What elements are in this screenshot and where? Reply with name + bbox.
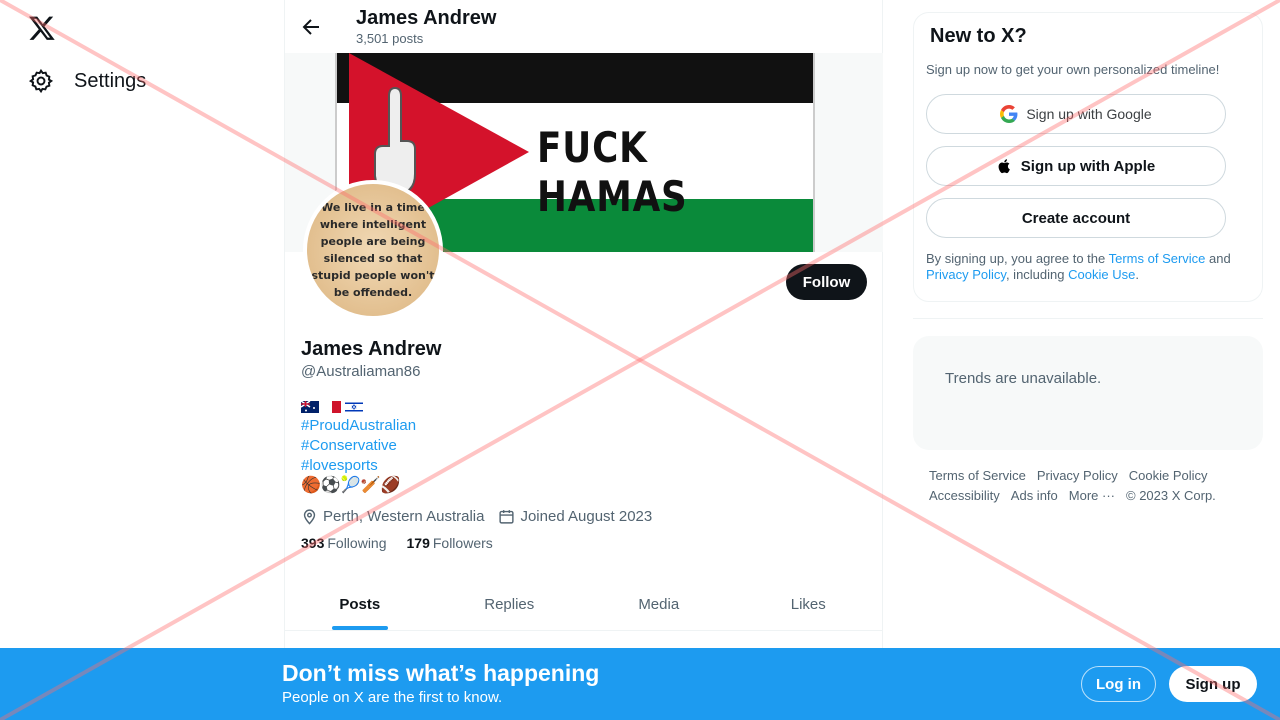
footer-links: Terms of Service Privacy Policy Cookie Pol… [929, 466, 1249, 506]
tab-replies[interactable]: Replies [435, 578, 585, 630]
header-title: James Andrew [356, 7, 497, 29]
copyright: © 2023 X Corp. [1126, 488, 1216, 503]
posts-count: 3,501 posts [356, 31, 424, 46]
login-prompt-bar: Don’t miss what’s happening People on X … [0, 648, 1280, 720]
followers-link[interactable]: 179 Followers [407, 535, 493, 551]
apple-icon [998, 159, 1010, 174]
calendar-icon [499, 510, 515, 524]
bottom-bar-title: Don’t miss what’s happening [282, 660, 600, 686]
google-icon [1000, 105, 1018, 123]
follow-button[interactable]: Follow [786, 264, 867, 300]
footer-link[interactable]: Cookie Policy [1129, 468, 1208, 483]
cookie-link[interactable]: Cookie Use [1068, 267, 1135, 282]
signup-google-button[interactable]: Sign up with Google [926, 94, 1226, 134]
login-button[interactable]: Log in [1081, 666, 1156, 702]
profile-joined: Joined August 2023 [520, 508, 653, 525]
profile-meta: Perth, Western Australia Joined August 2… [301, 508, 871, 525]
footer-more-link[interactable]: More ··· [1069, 488, 1115, 503]
signup-apple-button[interactable]: Sign up with Apple [926, 146, 1226, 186]
profile-handle: @Australiaman86 [301, 363, 421, 380]
tab-posts[interactable]: Posts [285, 578, 435, 630]
profile-info: James Andrew @Australiaman86 #ProudAustr… [301, 336, 871, 551]
divider [913, 318, 1263, 319]
profile-name: James Andrew [301, 338, 442, 360]
bio-emojis: 🏀⚽🎾🏏🏈 [301, 477, 401, 494]
create-account-button[interactable]: Create account [926, 198, 1226, 238]
avatar-quote: We live in a time where intelligent peop… [311, 201, 435, 299]
profile-column: James Andrew 3,501 posts FUCK HAMAS We l… [284, 0, 883, 720]
bio-flags [301, 398, 871, 416]
signup-card: New to X? Sign up now to get your own pe… [913, 12, 1263, 302]
banner-text: FUCK HAMAS [537, 123, 688, 221]
terms-link[interactable]: Terms of Service [1109, 251, 1206, 266]
signup-card-subtitle: Sign up now to get your own personalized… [926, 62, 1220, 77]
profile-header: James Andrew 3,501 posts [285, 0, 883, 53]
bottom-bar-subtitle: People on X are the first to know. [282, 689, 503, 706]
settings-label: Settings [74, 69, 147, 92]
hashtag-link[interactable]: #ProudAustralian [301, 416, 871, 436]
follow-stats: 393 Following 179 Followers [301, 535, 871, 551]
trends-panel: Trends are unavailable. [913, 336, 1263, 450]
left-nav: Settings [0, 0, 284, 720]
tab-likes[interactable]: Likes [734, 578, 884, 630]
privacy-link[interactable]: Privacy Policy [926, 267, 1006, 282]
footer-link[interactable]: Accessibility [929, 488, 1000, 503]
gear-icon [28, 68, 54, 94]
hashtag-link[interactable]: #Conservative [301, 436, 871, 456]
profile-tabs: Posts Replies Media Likes [285, 578, 883, 631]
avatar[interactable]: We live in a time where intelligent peop… [303, 180, 443, 320]
footer-link[interactable]: Ads info [1011, 488, 1058, 503]
australia-flag-icon [301, 401, 319, 413]
signup-button[interactable]: Sign up [1169, 666, 1257, 702]
profile-location: Perth, Western Australia [323, 508, 485, 525]
hashtag-link[interactable]: #lovesports [301, 456, 871, 476]
x-logo-icon[interactable] [28, 14, 56, 42]
back-arrow-icon[interactable] [299, 15, 323, 39]
footer-link[interactable]: Privacy Policy [1037, 468, 1118, 483]
location-pin-icon [303, 509, 316, 525]
israel-flag-icon [345, 401, 363, 413]
profile-bio: #ProudAustralian #Conservative #lovespor… [301, 398, 871, 496]
right-sidebar: New to X? Sign up now to get your own pe… [913, 0, 1263, 720]
signup-card-title: New to X? [930, 25, 1027, 47]
nav-settings-link[interactable]: Settings [28, 68, 146, 94]
trends-message: Trends are unavailable. [945, 370, 1102, 387]
tab-media[interactable]: Media [584, 578, 734, 630]
malta-flag-icon [323, 401, 341, 413]
footer-link[interactable]: Terms of Service [929, 468, 1026, 483]
signup-terms: By signing up, you agree to the Terms of… [926, 251, 1231, 282]
following-link[interactable]: 393 Following [301, 535, 387, 551]
